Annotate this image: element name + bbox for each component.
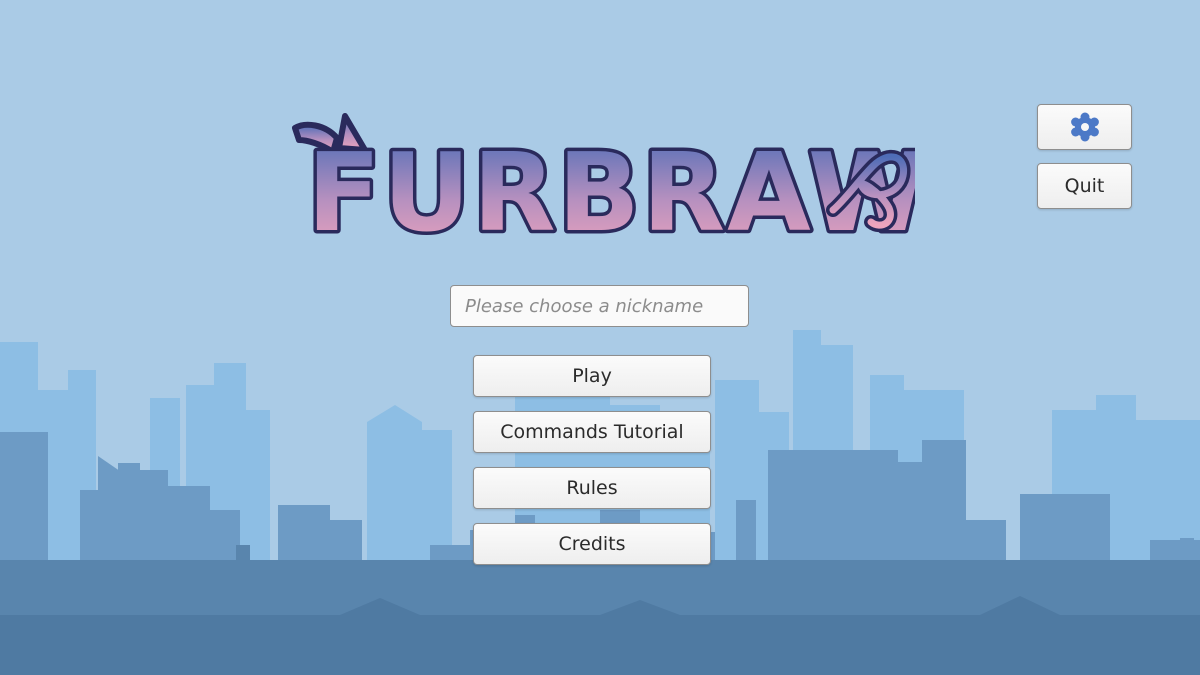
gear-icon: [1070, 112, 1099, 142]
credits-button[interactable]: Credits: [473, 523, 711, 565]
commands-tutorial-button[interactable]: Commands Tutorial: [473, 411, 711, 453]
logo-graphic: FURBRAW: [292, 113, 915, 244]
logo-text: FURBRAW: [307, 131, 915, 244]
settings-button[interactable]: [1037, 104, 1132, 150]
quit-button[interactable]: Quit: [1037, 163, 1132, 209]
game-logo: FURBRAW: [285, 104, 915, 244]
main-menu-screen: FURBRAW Quit Play Commands Tutorial Rule…: [0, 0, 1200, 675]
play-button[interactable]: Play: [473, 355, 711, 397]
rules-button[interactable]: Rules: [473, 467, 711, 509]
city-skyline-background: [0, 330, 1200, 675]
nickname-input[interactable]: [450, 285, 749, 327]
